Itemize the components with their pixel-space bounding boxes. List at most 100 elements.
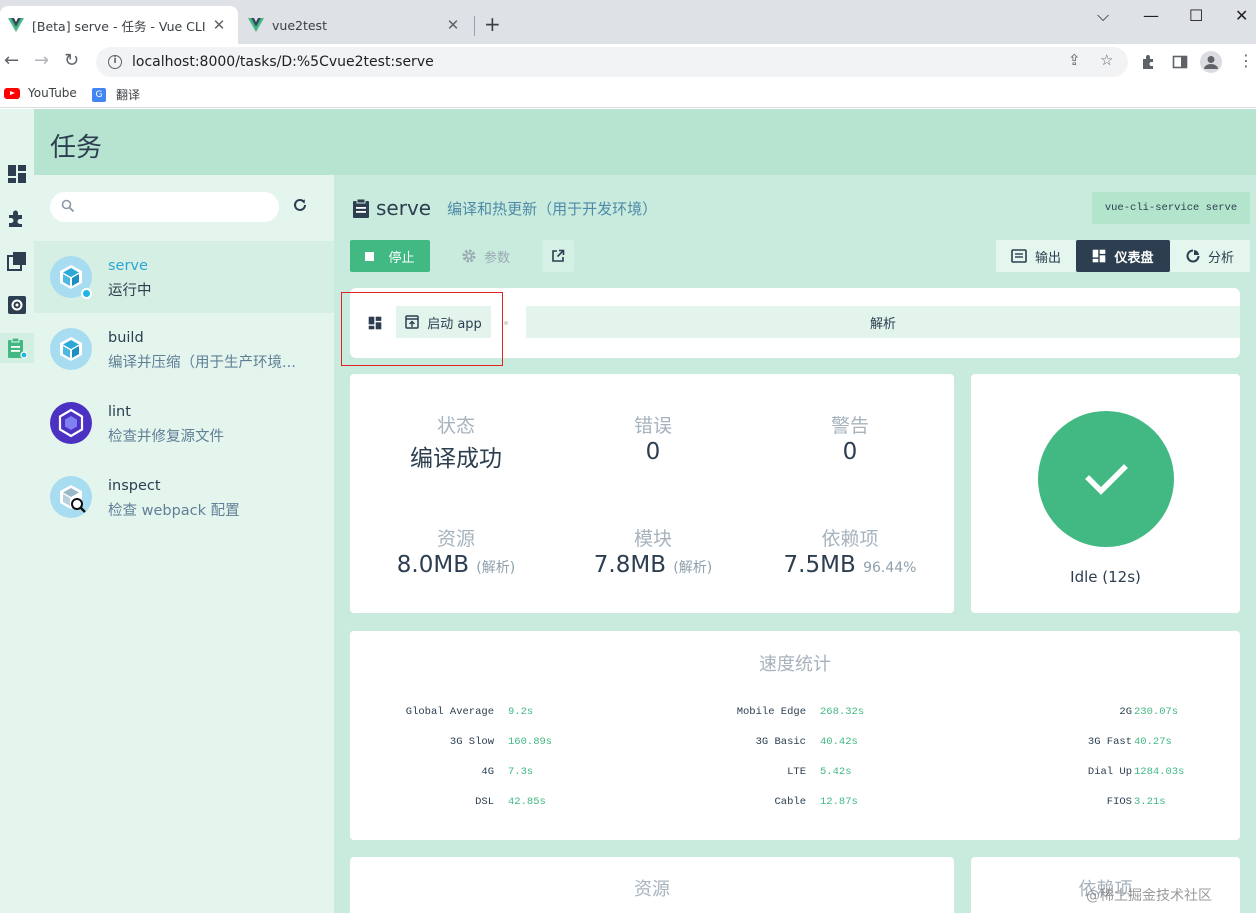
- task-description: 检查 webpack 配置: [108, 503, 240, 519]
- menu-kebab-icon[interactable]: ⋮: [1238, 51, 1254, 70]
- speed-stat-value: 1284.03s: [1134, 766, 1185, 778]
- analyzer-label: 分析: [1207, 250, 1234, 266]
- assets-card: 资源: [350, 857, 954, 913]
- extensions-icon[interactable]: [1140, 54, 1156, 70]
- site-info-icon[interactable]: i: [108, 55, 122, 69]
- nav-dependencies[interactable]: [0, 246, 34, 276]
- speed-stat-name: Mobile Edge: [736, 706, 806, 718]
- output-label: 输出: [1034, 250, 1061, 266]
- search-input[interactable]: [50, 192, 279, 222]
- tab-search-icon[interactable]: ⌵: [1097, 6, 1109, 26]
- stop-icon: [365, 251, 375, 261]
- output-view-button[interactable]: 输出: [996, 240, 1076, 272]
- close-window-icon[interactable]: ✕: [1235, 6, 1248, 25]
- tab-close-icon[interactable]: ✕: [208, 16, 230, 34]
- deps-percent: 96.44%: [863, 560, 917, 576]
- stat-value: 7.5MB: [783, 552, 856, 578]
- back-icon[interactable]: ←: [4, 50, 19, 71]
- task-list-panel: serve 运行中 build 编译并压缩（用于生产环境... lint 检查并…: [34, 175, 334, 913]
- nav-configuration[interactable]: [0, 290, 34, 320]
- output-icon: [1011, 249, 1027, 263]
- assets-analyze-link[interactable]: (解析): [476, 560, 515, 576]
- task-name: lint: [108, 404, 131, 420]
- speed-stat-name: FIOS: [1106, 796, 1132, 808]
- modules-analyze-link[interactable]: (解析): [673, 560, 712, 576]
- dashboard-label: 仪表盘: [1114, 250, 1154, 266]
- task-description: 编译并压缩（用于生产环境...: [108, 355, 296, 371]
- stat-label: 依赖项: [821, 528, 879, 550]
- tab-title: [Beta] serve - 任务 - Vue CLI: [32, 18, 206, 34]
- bookmarks-bar: YouTube G 翻译: [0, 80, 1256, 108]
- tab-separator: [474, 16, 475, 36]
- nav-plugins[interactable]: [0, 203, 34, 233]
- watermark: @稀土掘金技术社区: [1086, 888, 1212, 904]
- current-task-name: serve: [376, 196, 432, 220]
- nav-tasks[interactable]: [0, 333, 34, 363]
- address-bar[interactable]: i localhost:8000/tasks/D:%5Cvue2test:ser…: [96, 47, 1128, 77]
- task-item-build[interactable]: build 编译并压缩（用于生产环境...: [34, 313, 334, 385]
- gear-icon: [462, 249, 476, 263]
- analyze-button[interactable]: 解析: [526, 306, 1240, 338]
- minimize-icon[interactable]: —: [1143, 6, 1159, 25]
- stat-label: 模块: [633, 528, 672, 550]
- analyzer-icon: [1186, 249, 1200, 263]
- tab-active[interactable]: [Beta] serve - 任务 - Vue CLI ✕: [0, 6, 238, 44]
- reload-icon[interactable]: ↻: [64, 50, 79, 71]
- speed-stat-value: 7.3s: [508, 766, 534, 778]
- share-icon[interactable]: ⇪: [1068, 51, 1081, 69]
- plugins-icon: [9, 210, 22, 227]
- side-panel-icon[interactable]: [1172, 54, 1188, 70]
- task-item-inspect[interactable]: inspect 检查 webpack 配置: [34, 461, 334, 533]
- highlight-box: [341, 292, 503, 366]
- tab-title: vue2test: [272, 17, 327, 33]
- idle-card: Idle (12s): [971, 374, 1240, 613]
- clipboard-icon: [353, 198, 369, 218]
- params-label: 参数: [483, 250, 510, 266]
- speed-stat-name: Dial Up: [1087, 766, 1132, 778]
- speed-stat-name: 3G Slow: [449, 736, 494, 748]
- dashboard-view-button[interactable]: 仪表盘: [1076, 240, 1170, 272]
- stat-value: 0: [842, 439, 858, 465]
- nav-dashboard[interactable]: [0, 159, 34, 189]
- maximize-icon[interactable]: ☐: [1189, 6, 1203, 25]
- tab-close-icon[interactable]: ✕: [442, 16, 464, 34]
- speed-stat-name: 3G Basic: [755, 736, 806, 748]
- analyzer-view-button[interactable]: 分析: [1170, 240, 1250, 272]
- stat-value: 编译成功: [410, 446, 502, 472]
- stat-modules: 模块 7.8MB (解析): [553, 524, 753, 578]
- tab-inactive[interactable]: vue2test ✕: [240, 6, 472, 44]
- left-nav: [0, 109, 34, 913]
- idle-status: Idle (12s): [1070, 568, 1141, 586]
- speed-stat-name: Global Average: [405, 706, 494, 718]
- dashboard-icon: [8, 165, 26, 183]
- stat-label: 资源: [436, 528, 475, 550]
- params-button[interactable]: 参数: [446, 240, 526, 272]
- open-external-icon: [552, 249, 565, 262]
- translate-icon: G: [92, 87, 106, 102]
- vue-logo-icon: [8, 18, 24, 32]
- youtube-icon: [4, 87, 20, 99]
- stop-button[interactable]: 停止: [350, 240, 430, 272]
- stat-label: 错误: [633, 415, 672, 437]
- page-header: 任务: [34, 109, 1256, 175]
- task-detail-panel: serve 编译和热更新（用于开发环境） vue-cli-service ser…: [334, 175, 1256, 913]
- open-in-new-button[interactable]: [542, 240, 574, 272]
- speed-stat-name: Cable: [774, 796, 806, 808]
- vue-ui-app: 任务 serve 运行中 build 编译并压缩（用于生产环境... lint …: [0, 109, 1256, 913]
- search-icon: [61, 199, 75, 213]
- task-item-serve[interactable]: serve 运行中: [34, 241, 334, 313]
- bookmark-youtube[interactable]: YouTube: [4, 86, 77, 100]
- eslint-icon: [50, 402, 92, 444]
- stat-value: 0: [645, 439, 661, 465]
- bookmark-translate[interactable]: G 翻译: [92, 86, 140, 103]
- task-item-lint[interactable]: lint 检查并修复源文件: [34, 387, 334, 459]
- profile-avatar-icon[interactable]: [1200, 51, 1222, 73]
- forward-icon[interactable]: →: [34, 50, 49, 71]
- stat-assets: 资源 8.0MB (解析): [356, 524, 556, 578]
- bookmark-star-icon[interactable]: ☆: [1100, 51, 1113, 69]
- new-tab-button[interactable]: +: [484, 14, 501, 34]
- status-card: 状态 编译成功 错误 0 警告 0 资源 8.0MB (解析) 模块 7.8MB…: [350, 374, 954, 613]
- speed-stat-value: 160.89s: [508, 736, 553, 748]
- speed-stats-card: 速度统计 Global Average 9.2s 3G Slow 160.89s 4G 7…: [350, 631, 1240, 840]
- refresh-icon[interactable]: [292, 197, 308, 213]
